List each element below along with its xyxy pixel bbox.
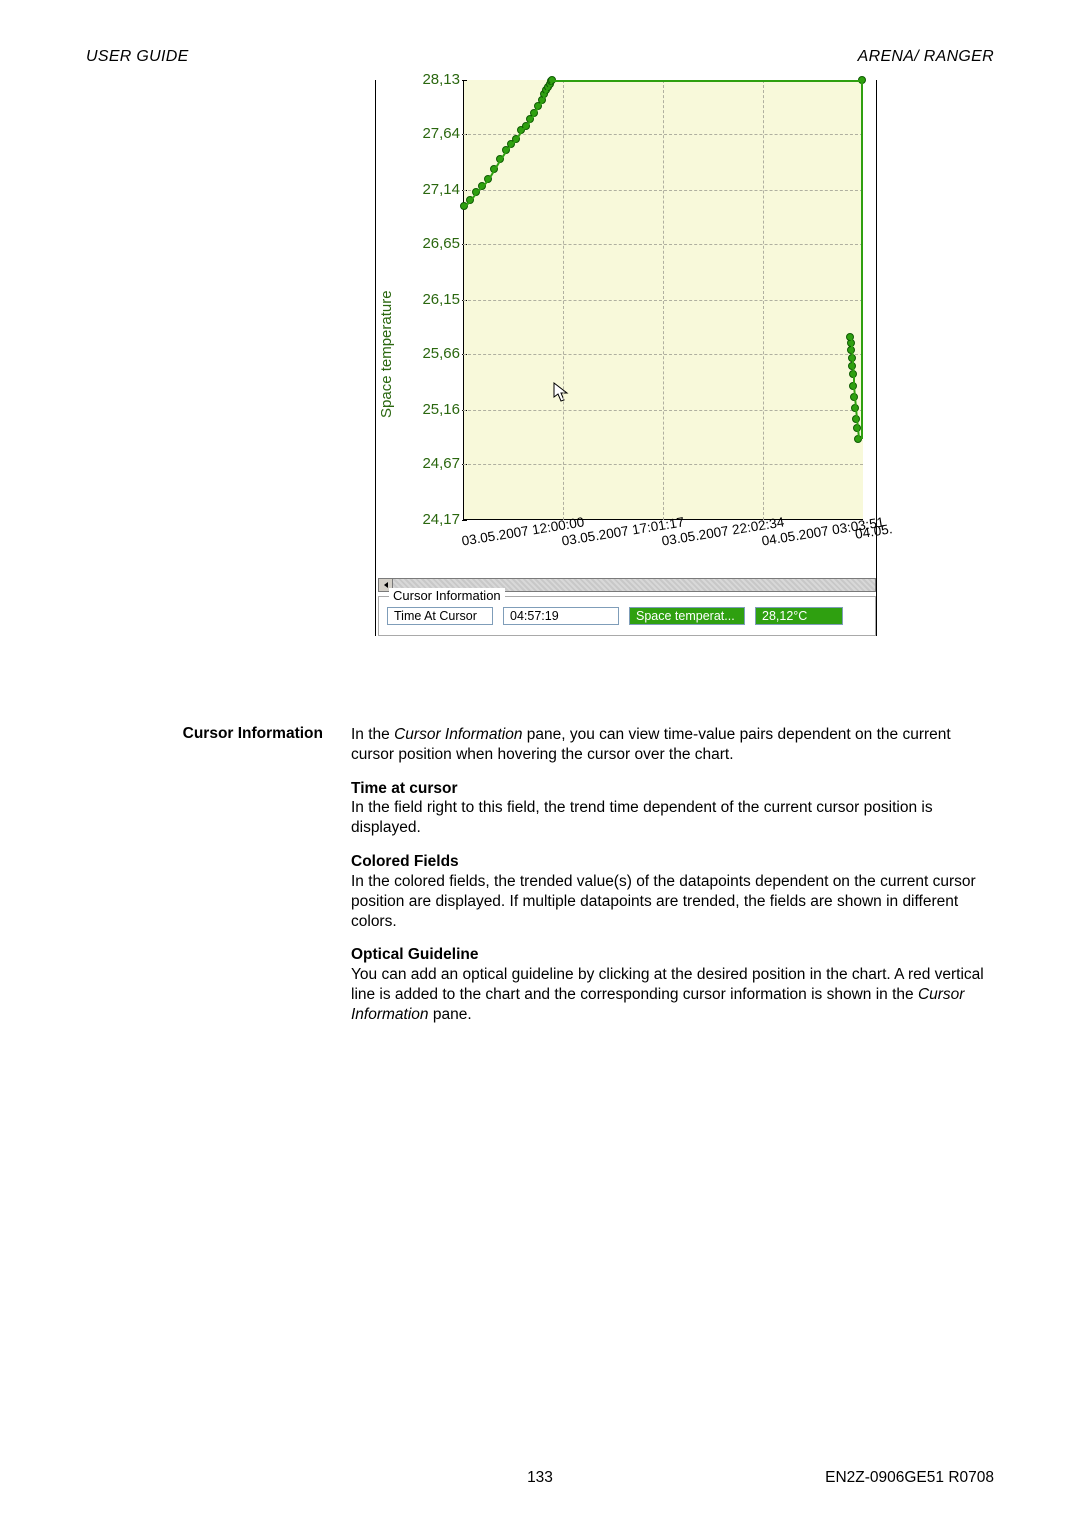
trend-chart[interactable]: Space temperature 28,1327,6427,1426,6526… — [378, 80, 875, 564]
y-tick: 28,13 — [405, 71, 460, 88]
page-header: USER GUIDE ARENA/ RANGER — [86, 48, 994, 66]
y-tick: 24,67 — [405, 455, 460, 472]
y-tick: 26,15 — [405, 291, 460, 308]
optical-guideline-block: Optical Guideline You can add an optical… — [351, 945, 994, 1024]
section-body: In the Cursor Information pane, you can … — [351, 725, 994, 1039]
chart-line — [851, 343, 853, 350]
cursor-panel-legend: Cursor Information — [389, 588, 505, 603]
intro-paragraph: In the Cursor Information pane, you can … — [351, 725, 994, 765]
v-gridline — [763, 80, 764, 520]
chart-line — [861, 80, 863, 439]
mouse-cursor-icon — [553, 382, 571, 404]
header-right: ARENA/ RANGER — [858, 48, 994, 66]
header-left: USER GUIDE — [86, 48, 189, 66]
chart-line — [853, 374, 855, 385]
y-tick: 25,16 — [405, 401, 460, 418]
datapoint-label: Space temperat... — [629, 607, 745, 625]
time-at-cursor-value: 04:57:19 — [503, 607, 619, 625]
chart-line — [852, 358, 854, 366]
y-tick: 27,14 — [405, 181, 460, 198]
colored-fields-block: Colored Fields In the colored fields, th… — [351, 852, 994, 931]
y-tick: 27,64 — [405, 125, 460, 142]
y-axis-label: Space temperature — [378, 290, 395, 418]
chart-figure: Space temperature 28,1327,6427,1426,6526… — [375, 80, 877, 636]
chart-line — [552, 80, 862, 82]
time-at-cursor-block: Time at cursor In the field right to thi… — [351, 779, 994, 838]
y-tick: 24,17 — [405, 511, 460, 528]
page-number: 133 — [86, 1469, 994, 1487]
y-tick: 25,66 — [405, 345, 460, 362]
y-tick: 26,65 — [405, 235, 460, 252]
time-at-cursor-label: Time At Cursor — [387, 607, 493, 625]
v-gridline — [563, 80, 564, 520]
cursor-information-panel: Cursor Information Time At Cursor 04:57:… — [378, 596, 876, 636]
v-gridline — [663, 80, 664, 520]
datapoint-value: 28,12°C — [755, 607, 843, 625]
section-label: Cursor Information — [86, 725, 351, 743]
page-footer: 133 EN2Z-0906GE51 R0708 — [86, 1469, 994, 1487]
